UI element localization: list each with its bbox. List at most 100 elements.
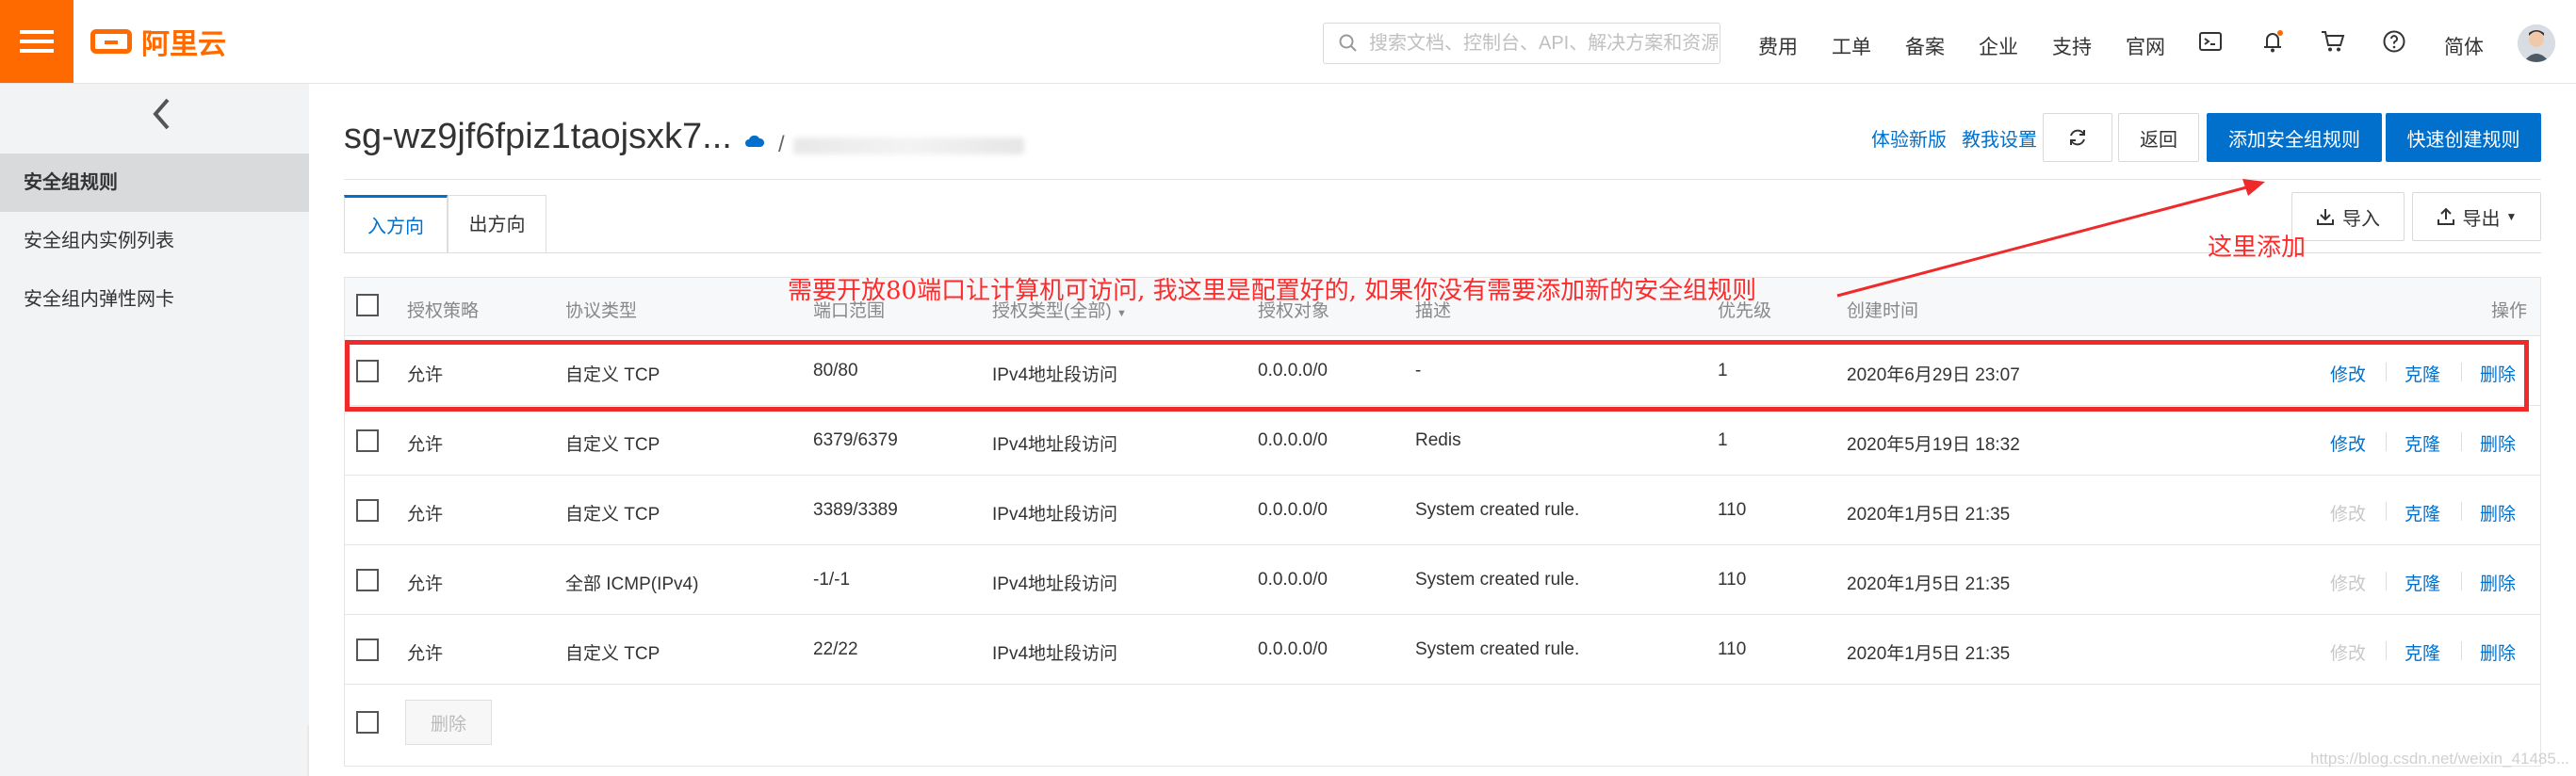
cell-auth-type: IPv4地址段访问 [992, 435, 1118, 455]
cell-created: 2020年5月19日 18:32 [1847, 435, 2020, 455]
action-separator [2461, 502, 2462, 521]
cart-icon[interactable] [2320, 28, 2346, 55]
action-separator [2461, 432, 2462, 451]
cell-priority: 1 [1718, 430, 1728, 450]
collapse-sidebar-icon[interactable] [151, 97, 173, 136]
caret-down-icon: ▼ [2505, 210, 2518, 223]
action-separator [2386, 572, 2387, 590]
export-label: 导出 [2462, 208, 2501, 230]
sidebar-item-rules[interactable]: 安全组规则 [0, 154, 309, 212]
cell-port: 3389/3389 [813, 500, 898, 520]
cell-priority: 110 [1718, 639, 1747, 659]
table-row: 允许 自定义 TCP 22/22 IPv4地址段访问 0.0.0.0/0 Sys… [345, 615, 2540, 685]
table-row: 允许 全部 ICMP(IPv4) -1/-1 IPv4地址段访问 0.0.0.0… [345, 545, 2540, 615]
delete-link[interactable]: 删除 [2480, 430, 2516, 456]
hamburger-menu-button[interactable] [0, 0, 73, 83]
sidebar-item-enis[interactable]: 安全组内弹性网卡 [0, 270, 309, 329]
export-button[interactable]: 导出 ▼ [2412, 192, 2541, 241]
bulk-select-checkbox[interactable] [356, 711, 379, 734]
cell-description: Redis [1415, 430, 1461, 450]
import-label: 导入 [2342, 208, 2380, 230]
cell-policy: 允许 [407, 435, 444, 455]
col-policy: 授权策略 [407, 301, 480, 321]
tab-outbound[interactable]: 出方向 [448, 195, 546, 253]
nav-support[interactable]: 支持 [2052, 32, 2092, 60]
table-row: 允许 自定义 TCP 6379/6379 IPv4地址段访问 0.0.0.0/0… [345, 406, 2540, 476]
row-checkbox[interactable] [356, 569, 379, 591]
help-icon[interactable] [2381, 28, 2407, 55]
cell-auth-object: 0.0.0.0/0 [1258, 570, 1328, 590]
highlight-box-port-80-row [345, 340, 2529, 412]
action-separator [2386, 641, 2387, 660]
select-all-checkbox[interactable] [356, 294, 379, 316]
cell-auth-object: 0.0.0.0/0 [1258, 430, 1328, 450]
delete-link[interactable]: 删除 [2480, 570, 2516, 595]
cell-policy: 允许 [407, 574, 444, 594]
import-icon [2317, 209, 2334, 225]
bulk-delete-button[interactable]: 删除 [405, 700, 492, 745]
breadcrumb-separator: / [778, 132, 785, 157]
edit-link-disabled: 修改 [2330, 644, 2367, 664]
col-actions: 操作 [2491, 301, 2528, 321]
cell-priority: 110 [1718, 500, 1747, 520]
nav-website[interactable]: 官网 [2126, 32, 2165, 60]
row-checkbox[interactable] [356, 499, 379, 522]
search-box[interactable] [1323, 23, 1720, 64]
nav-ticket[interactable]: 工单 [1832, 32, 1871, 60]
import-button[interactable]: 导入 [2291, 192, 2405, 241]
header-divider [344, 179, 2541, 180]
cell-priority: 110 [1718, 570, 1747, 590]
clone-link[interactable]: 克隆 [2405, 570, 2440, 595]
nav-icp[interactable]: 备案 [1905, 32, 1945, 60]
search-icon [1339, 34, 1357, 52]
edit-link-disabled: 修改 [2330, 574, 2367, 594]
sidebar-item-instances[interactable]: 安全组内实例列表 [0, 212, 309, 270]
menu-icon [20, 30, 54, 53]
try-new-version-link[interactable]: 体验新版 [1871, 124, 1947, 152]
cell-port: 22/22 [813, 639, 858, 659]
row-checkbox[interactable] [356, 639, 379, 661]
cell-auth-type: IPv4地址段访问 [992, 644, 1118, 664]
aliyun-logo[interactable]: 阿里云 [90, 23, 226, 60]
quick-create-rule-button[interactable]: 快速创建规则 [2386, 113, 2541, 162]
row-checkbox[interactable] [356, 429, 379, 452]
export-icon [2437, 207, 2454, 225]
cell-auth-object: 0.0.0.0/0 [1258, 500, 1328, 520]
tutorial-link[interactable]: 教我设置 [1962, 124, 2037, 152]
bell-icon[interactable] [2259, 28, 2286, 55]
search-input[interactable] [1367, 31, 1720, 56]
table-row: 允许 自定义 TCP 3389/3389 IPv4地址段访问 0.0.0.0/0… [345, 476, 2540, 545]
top-bar: 阿里云 费用 工单 备案 企业 支持 官网 简体 [0, 0, 2576, 84]
clone-link[interactable]: 克隆 [2405, 639, 2440, 665]
sidebar: 安全组规则 安全组内实例列表 安全组内弹性网卡 [0, 84, 309, 776]
cell-protocol: 自定义 TCP [565, 644, 660, 664]
nav-billing[interactable]: 费用 [1758, 32, 1798, 60]
action-separator [2386, 432, 2387, 451]
user-avatar[interactable] [2518, 24, 2555, 62]
cell-protocol: 全部 ICMP(IPv4) [565, 574, 699, 594]
cell-protocol: 自定义 TCP [565, 505, 660, 525]
tab-inbound[interactable]: 入方向 [344, 195, 448, 253]
refresh-button[interactable] [2043, 113, 2112, 162]
cell-auth-object: 0.0.0.0/0 [1258, 639, 1328, 659]
terminal-icon[interactable] [2197, 28, 2224, 55]
add-rule-button[interactable]: 添加安全组规则 [2207, 113, 2382, 162]
clone-link[interactable]: 克隆 [2405, 430, 2440, 456]
page-title: sg-wz9jf6fpiz1taojsxk7... [344, 117, 732, 156]
col-created: 创建时间 [1847, 301, 1919, 321]
edit-link[interactable]: 修改 [2330, 430, 2366, 456]
delete-link[interactable]: 删除 [2480, 500, 2516, 525]
refresh-icon [2070, 129, 2085, 146]
clone-link[interactable]: 克隆 [2405, 500, 2440, 525]
cell-auth-type: IPv4地址段访问 [992, 574, 1118, 594]
back-button[interactable]: 返回 [2118, 113, 2199, 162]
cell-description: System created rule. [1415, 500, 1580, 520]
cell-description: System created rule. [1415, 570, 1580, 590]
nav-enterprise[interactable]: 企业 [1979, 32, 2018, 60]
col-protocol: 协议类型 [565, 301, 638, 321]
language-switch[interactable]: 简体 [2444, 32, 2484, 60]
delete-link[interactable]: 删除 [2480, 639, 2516, 665]
cell-created: 2020年1月5日 21:35 [1847, 574, 2011, 594]
redacted-breadcrumb [793, 137, 1024, 154]
cell-created: 2020年1月5日 21:35 [1847, 505, 2011, 525]
